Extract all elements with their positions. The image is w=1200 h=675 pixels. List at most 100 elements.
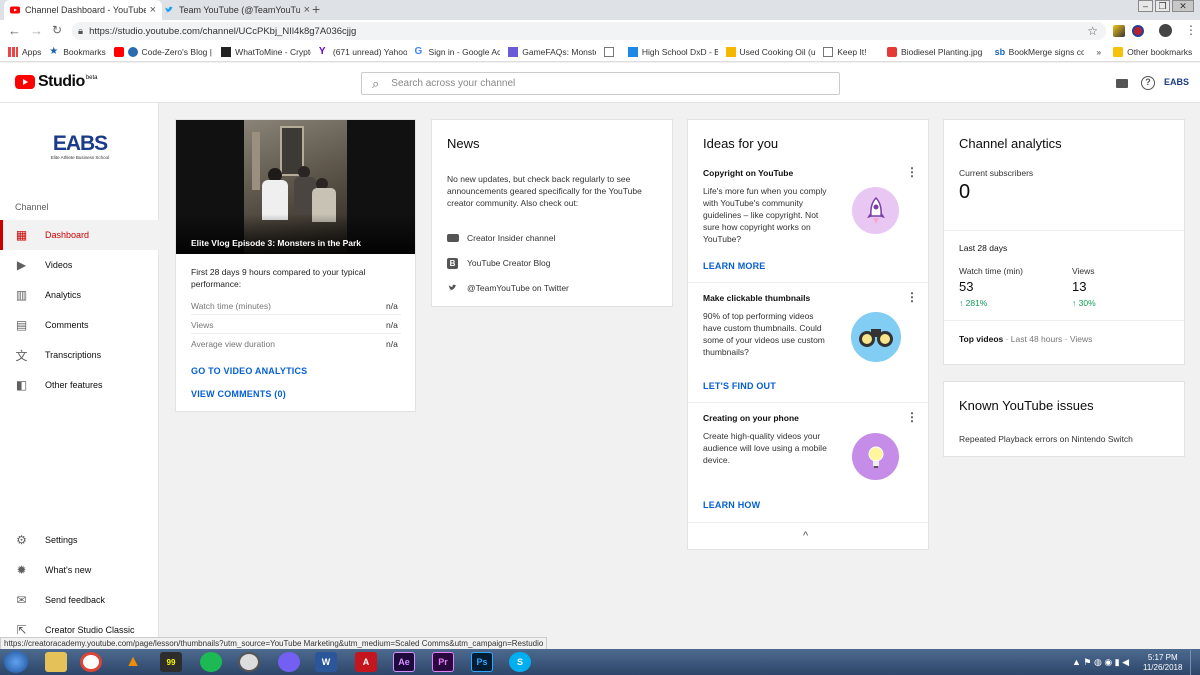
search-input[interactable]: ⌕ Search across your channel: [361, 72, 840, 95]
sidebar-item-settings[interactable]: ⚙ Settings: [0, 525, 159, 555]
idea-menu-icon[interactable]: ⋮: [906, 410, 918, 424]
bookmark-biodiesel[interactable]: Biodiesel Planting.jpg: [887, 46, 987, 57]
address-bar[interactable]: 🔒︎ https://studio.youtube.com/channel/UC…: [72, 22, 1106, 40]
go-to-video-analytics-link[interactable]: GO TO VIDEO ANALYTICS: [191, 366, 307, 376]
star-bookmark-icon[interactable]: ☆: [1087, 24, 1098, 38]
other-features-icon: ◧: [15, 378, 28, 392]
news-heading: News: [447, 136, 480, 151]
divider: [191, 333, 401, 334]
flag-extension-icon[interactable]: [1132, 25, 1144, 37]
chrome-icon[interactable]: [80, 652, 102, 672]
sidebar-item-label: Send feedback: [45, 595, 106, 605]
known-issue-link[interactable]: Repeated Playback errors on Nintendo Swi…: [959, 433, 1133, 445]
bookmark-whattomine[interactable]: WhatToMine - Crypto: [221, 46, 311, 57]
other-bookmarks[interactable]: Other bookmarks: [1113, 46, 1192, 57]
minimize-window-button[interactable]: –: [1138, 0, 1153, 12]
view-comments-link[interactable]: VIEW COMMENTS (0): [191, 389, 286, 399]
channel-logo[interactable]: EABS Elite Athlete Business School: [45, 133, 115, 165]
lets-find-out-link[interactable]: LET'S FIND OUT: [703, 381, 776, 391]
collapse-ideas-chevron-up-icon[interactable]: ^: [803, 530, 808, 542]
bookmark-cooking-oil[interactable]: Used Cooking Oil (u: [725, 46, 815, 57]
bookmark-google-signin[interactable]: G Sign in - Google Acc: [415, 47, 501, 57]
photoshop-icon[interactable]: Ps: [471, 652, 493, 672]
idea-menu-icon[interactable]: ⋮: [906, 165, 918, 179]
watch-time-value: 53: [959, 279, 974, 294]
word-icon[interactable]: W: [315, 652, 337, 672]
show-desktop-button[interactable]: [1190, 650, 1200, 675]
vlc-icon[interactable]: ▲: [122, 652, 144, 672]
news-link-twitter[interactable]: @TeamYouTube on Twitter: [447, 282, 569, 294]
image-icon: [887, 46, 898, 57]
browser-menu-icon[interactable]: ⋮: [1185, 23, 1197, 37]
new-tab-icon[interactable]: +: [312, 1, 320, 17]
current-subscribers-value: 0: [959, 181, 971, 203]
skype-icon[interactable]: S: [509, 652, 531, 672]
channel-logo-text: EABS: [52, 132, 108, 155]
sidebar-item-send-feedback[interactable]: ✉ Send feedback: [0, 585, 159, 615]
sidebar-item-videos[interactable]: ▶ Videos: [0, 250, 159, 280]
taskbar-badge-icon[interactable]: 99: [160, 652, 182, 672]
sidebar-item-transcriptions[interactable]: 文 Transcriptions: [0, 340, 159, 370]
sidebar-item-analytics[interactable]: ▥ Analytics: [0, 280, 159, 310]
learn-how-link[interactable]: LEARN HOW: [703, 500, 760, 510]
idea-menu-icon[interactable]: ⋮: [906, 290, 918, 304]
bookmarks-overflow[interactable]: »: [1096, 47, 1101, 57]
bookmark-keep-it[interactable]: Keep It!: [823, 46, 879, 57]
after-effects-icon[interactable]: Ae: [393, 652, 415, 672]
profile-avatar-icon[interactable]: [1159, 24, 1172, 37]
bookmark-gamefaqs[interactable]: GameFAQs: Monster: [508, 46, 596, 57]
account-avatar[interactable]: EABS: [1164, 77, 1189, 87]
tray-icons[interactable]: ▲ ⚑ ◍ ◉ ▮ ◀: [1072, 657, 1129, 668]
transcriptions-icon: 文: [15, 348, 28, 363]
sidebar-item-other-features[interactable]: ◧ Other features: [0, 370, 159, 400]
news-link-creator-insider[interactable]: Creator Insider channel: [447, 232, 555, 244]
clock-app-icon[interactable]: [238, 652, 260, 672]
channel-analytics-heading: Channel analytics: [959, 136, 1062, 151]
bookmark-code-zero[interactable]: Code-Zero's Blog | Li: [113, 46, 214, 57]
bookmark-bookmarks[interactable]: ★ Bookmarks: [49, 47, 105, 57]
tab-title: Team YouTube (@TeamYouTube) | Twitter: [179, 5, 300, 15]
acrobat-icon[interactable]: A: [355, 652, 377, 672]
metric-label: Views: [191, 320, 214, 330]
sidebar-item-dashboard[interactable]: ▦ Dashboard: [0, 220, 159, 250]
idea-body: 90% of top performing videos have custom…: [703, 311, 825, 357]
bookmark-label: Biodiesel Planting.jpg: [901, 46, 983, 57]
bookmark-page[interactable]: [603, 46, 620, 57]
back-icon[interactable]: ←: [8, 23, 21, 38]
sidebar-item-whats-new[interactable]: ✹ What's new: [0, 555, 159, 585]
premiere-icon[interactable]: Pr: [432, 652, 454, 672]
tab-twitter[interactable]: Team YouTube (@TeamYouTube) | Twitter ×: [158, 0, 316, 20]
close-tab-icon[interactable]: ×: [150, 4, 156, 16]
forward-icon[interactable]: →: [30, 23, 43, 38]
tab-title: Channel Dashboard - YouTube Studio: [25, 5, 146, 15]
bookmark-label: Sign in - Google Acc: [428, 46, 501, 57]
viber-icon[interactable]: [278, 652, 300, 672]
video-performance-summary: First 28 days 9 hours compared to your t…: [191, 267, 366, 289]
youtube-logo-icon: [15, 75, 35, 89]
start-button-icon[interactable]: [4, 651, 28, 673]
page-icon: [603, 46, 614, 57]
spotify-icon[interactable]: [200, 652, 222, 672]
extension-icon[interactable]: [1113, 25, 1125, 37]
taskbar-clock[interactable]: 5:17 PM 11/26/2018: [1143, 653, 1182, 673]
feedback-icon: ✉: [16, 593, 27, 607]
video-thumbnail[interactable]: Elite Vlog Episode 3: Monsters in the Pa…: [176, 120, 415, 254]
news-link-creator-blog[interactable]: B YouTube Creator Blog: [447, 257, 550, 269]
file-explorer-icon[interactable]: [45, 652, 67, 672]
restore-window-button[interactable]: ❐: [1155, 0, 1170, 12]
bookmark-highschool-dxd[interactable]: High School DxD - B: [627, 46, 718, 57]
create-video-icon[interactable]: [1116, 79, 1128, 88]
reload-icon[interactable]: ↻: [52, 23, 62, 37]
help-icon[interactable]: ?: [1141, 76, 1155, 90]
bookmark-yahoo[interactable]: Y (671 unread) Yahoo!: [319, 47, 407, 57]
sidebar-item-comments[interactable]: ▤ Comments: [0, 310, 159, 340]
change-value: 281%: [965, 298, 988, 308]
studio-logo[interactable]: Studio beta: [15, 73, 97, 91]
close-window-button[interactable]: ✕: [1172, 0, 1194, 12]
bookmark-apps[interactable]: Apps: [7, 46, 41, 57]
close-tab-icon[interactable]: ×: [304, 4, 310, 16]
learn-more-link[interactable]: LEARN MORE: [703, 261, 766, 271]
tab-channel-dashboard[interactable]: Channel Dashboard - YouTube Studio ×: [4, 0, 162, 20]
bookmark-bookmerge[interactable]: sb BookMerge signs co: [995, 47, 1085, 57]
bookmark-label: Code-Zero's Blog | Li: [141, 46, 214, 57]
